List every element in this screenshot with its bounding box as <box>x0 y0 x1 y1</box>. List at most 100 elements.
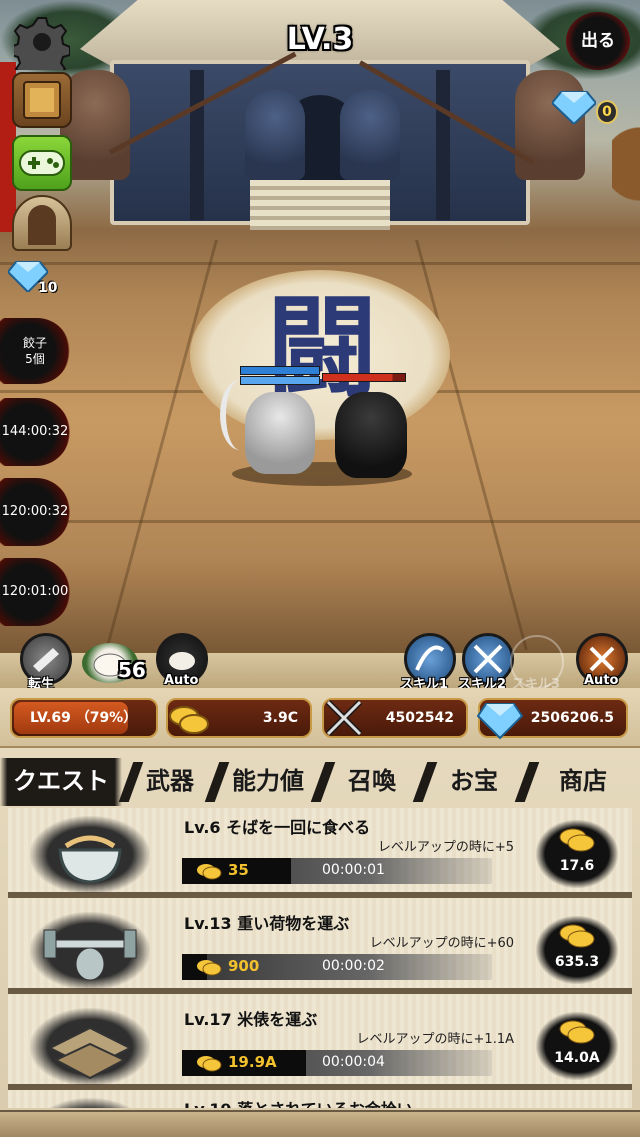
gold-coins-icon <box>559 924 595 948</box>
timer-badge[interactable]: 144:00:32 <box>0 398 70 466</box>
gate-icon <box>28 205 56 245</box>
swords-value: 4502542 <box>385 710 454 726</box>
guard-statue-left <box>245 90 305 180</box>
player-hp-bar <box>240 366 320 375</box>
quest-icon-frame <box>30 816 150 894</box>
quest-row: Lv.19 落とされているお金拾い <box>8 1096 632 1108</box>
auto-right-label: Auto <box>584 673 619 688</box>
quest-icon-frame <box>30 1008 150 1086</box>
battle-arena: 闘 10 餃子 5個 144:00:32 120:00:32 120:01:00… <box>0 0 640 650</box>
barbell-icon <box>43 929 137 981</box>
diamond-icon <box>550 91 598 126</box>
enemy-ninja <box>335 392 407 478</box>
gyoza-count: 5個 <box>25 352 45 366</box>
quest-name: Lv.13 重い荷物を運ぶ <box>184 914 350 933</box>
warrior-statue-right <box>515 70 585 180</box>
timer-text: 120:01:00 <box>1 584 69 599</box>
stats-bar: LV.69 （79%） 3.9C 4502542 2506206.5 <box>0 688 640 748</box>
enemy-hp-bar <box>322 373 406 382</box>
gold-coins-icon <box>197 960 222 976</box>
gamepad-icon <box>19 150 65 176</box>
gold-coins-icon <box>559 1020 595 1044</box>
quest-cost: 14.0A <box>554 1050 600 1066</box>
quest-progress-bar: 900 00:00:02 <box>182 954 492 980</box>
quest-row: Lv.6 そばを一回に食べる レベルアップの時に+5 35 00:00:01 1… <box>8 808 632 898</box>
panel-footer <box>0 1110 640 1137</box>
quest-row: Lv.17 米俵を運ぶ レベルアップの時に+1.1A 19.9A 00:00:0… <box>8 1000 632 1090</box>
quest-icon-frame <box>30 912 150 990</box>
crossed-swords-icon <box>325 699 363 737</box>
gear-icon <box>10 17 71 81</box>
tab-shop[interactable]: 商店 <box>534 758 632 806</box>
tab-stats[interactable]: 能力値 <box>222 758 314 806</box>
quest-bonus: レベルアップの時に+1.1A <box>356 1032 514 1047</box>
auto-left-label: Auto <box>164 673 199 688</box>
timer-badge[interactable]: 120:00:32 <box>0 478 70 546</box>
quest-icon-frame <box>30 1098 150 1108</box>
gold-coins-icon <box>197 864 222 880</box>
bottom-panel: 転生 56 Auto スキル1 スキル2 スキル3 Auto LV.69 （79… <box>0 633 640 1137</box>
player-sword <box>220 380 260 450</box>
quest-name: Lv.6 そばを一回に食べる <box>184 818 371 837</box>
temple-pillar <box>190 70 204 220</box>
diamond-icon <box>476 703 524 740</box>
timer-text: 144:00:32 <box>1 424 69 439</box>
gold-coins-icon <box>197 1056 222 1072</box>
gate-button[interactable] <box>12 195 72 251</box>
tab-quest[interactable]: クエスト <box>0 758 122 806</box>
quest-row: Lv.13 重い荷物を運ぶ レベルアップの時に+60 900 00:00:02 … <box>8 904 632 994</box>
settings-gear-button[interactable] <box>10 14 71 81</box>
quest-name: Lv.19 落とされているお金拾い <box>184 1096 413 1108</box>
bun-count: 56 <box>118 658 146 682</box>
coins-value: 3.9C <box>262 710 298 726</box>
book-button[interactable] <box>12 72 72 128</box>
gamepad-button[interactable] <box>12 135 72 191</box>
quest-progress-bar: 19.9A 00:00:04 <box>182 1050 492 1076</box>
coin-pickup-icon <box>30 1098 150 1108</box>
quest-bonus: レベルアップの時に+5 <box>377 840 514 855</box>
rice-bales-icon <box>47 1026 133 1080</box>
quest-reward: 35 <box>228 861 249 879</box>
gyoza-bonus-badge[interactable]: 餃子 5個 <box>0 318 70 384</box>
quest-cost: 17.6 <box>559 858 595 874</box>
timer-badge[interactable]: 120:01:00 <box>0 558 70 626</box>
right-gem-button[interactable] <box>550 88 598 126</box>
gold-coins-icon <box>559 828 595 852</box>
temple-pillar <box>436 70 450 220</box>
quest-reward: 900 <box>228 957 260 975</box>
tab-summon[interactable]: 召喚 <box>330 758 414 806</box>
timer-text: 120:00:32 <box>1 504 69 519</box>
skill-bar: 転生 56 Auto スキル1 スキル2 スキル3 Auto <box>0 633 640 692</box>
guard-statue-right <box>340 90 400 180</box>
quest-timer: 00:00:02 <box>322 958 385 974</box>
tab-weapons[interactable]: 武器 <box>134 758 206 806</box>
player-level-pill: LV.69 （79%） <box>10 698 158 738</box>
quest-timer: 00:00:01 <box>322 862 385 878</box>
gong-decoration <box>612 120 640 230</box>
gold-coins-icon <box>169 706 209 734</box>
gem-count: 10 <box>38 280 58 296</box>
quest-upgrade-button[interactable]: 635.3 <box>536 916 618 984</box>
temple-stairs <box>250 180 390 230</box>
book-icon <box>23 81 61 119</box>
gems-pill: 2506206.5 <box>476 698 628 740</box>
stage-level: LV.3 <box>286 22 354 57</box>
quest-timer: 00:00:04 <box>322 1054 385 1070</box>
quest-upgrade-button[interactable]: 17.6 <box>536 820 618 888</box>
tab-treasure[interactable]: お宝 <box>432 758 516 806</box>
quest-progress-bar: 35 00:00:01 <box>182 858 492 884</box>
quest-upgrade-button[interactable]: 14.0A <box>536 1012 618 1080</box>
gems-value: 2506206.5 <box>530 710 614 726</box>
quest-name: Lv.17 米俵を運ぶ <box>184 1010 318 1029</box>
player-level-text: LV.69 （79%） <box>30 710 138 726</box>
exit-button[interactable]: 出る <box>566 12 630 70</box>
gyoza-label: 餃子 <box>22 336 47 350</box>
quest-bonus: レベルアップの時に+60 <box>369 936 514 951</box>
quest-list: Lv.6 そばを一回に食べる レベルアップの時に+5 35 00:00:01 1… <box>8 808 632 1108</box>
quest-cost: 635.3 <box>554 954 600 970</box>
coins-pill: 3.9C <box>166 698 312 738</box>
main-tabs: クエスト 武器 能力値 召喚 お宝 商店 <box>0 758 640 806</box>
swords-pill: 4502542 <box>322 698 468 738</box>
noodle-bowl-icon <box>58 835 122 884</box>
quest-reward: 19.9A <box>228 1053 277 1071</box>
